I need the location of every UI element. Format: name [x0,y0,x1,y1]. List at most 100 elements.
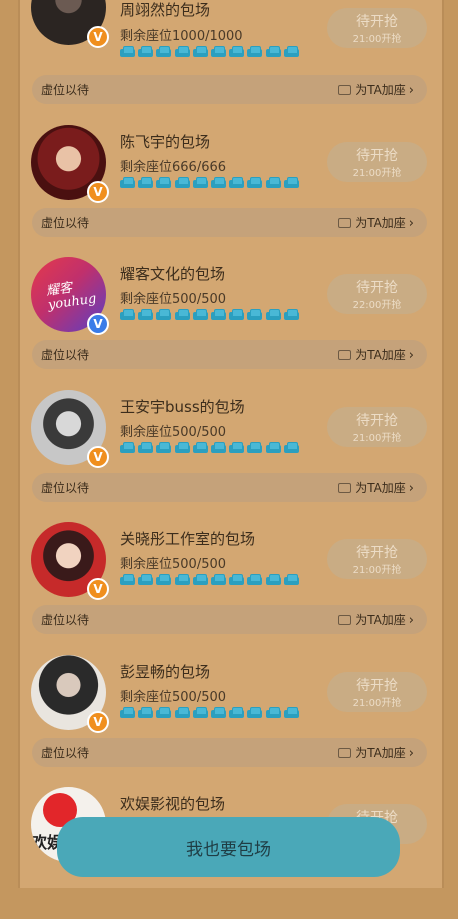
seat-icon [120,442,135,453]
seat-icon [283,574,299,585]
hold-label: 虚位以待 [41,746,90,760]
seat-icon [210,46,226,57]
cinema-icon [338,748,352,758]
cinema-icon [338,483,352,493]
grab-button[interactable]: 待开抢 21:00开抢 [327,8,427,48]
add-seat-label: 为TA加座 [355,348,406,362]
card-footer: 虚位以待 为TA加座 › [32,605,427,634]
add-seat-button[interactable]: 为TA加座 › [338,81,414,98]
session-title: 耀客文化的包场 [120,265,226,283]
grab-button[interactable]: 待开抢 21:00开抢 [327,142,427,182]
seat-icon [210,309,226,320]
seat-icon [120,707,135,718]
seat-icon [229,46,245,57]
seat-icon [283,309,299,320]
seat-icon [120,46,135,57]
grab-button[interactable]: 待开抢 21:00开抢 [327,407,427,447]
session-title: 彭昱畅的包场 [120,663,211,681]
grab-button[interactable]: 待开抢 21:00开抢 [327,672,427,712]
list-item: V 关晓彤工作室的包场 剩余座位500/500 待开抢 21:00开抢 虚位以待… [0,522,458,654]
seat-icon [138,177,154,188]
seat-icon [229,177,245,188]
verified-badge-icon: V [87,26,109,48]
seat-icon [283,177,299,188]
seat-icon [229,442,245,453]
seat-icon [156,309,172,320]
list-item: V 周翊然的包场 剩余座位1000/1000 待开抢 21:00开抢 虚位以待 … [0,0,458,104]
card-footer: 虚位以待 为TA加座 › [32,473,427,502]
session-title: 周翊然的包场 [120,1,211,19]
seat-icon [156,574,172,585]
grab-time: 21:00开抢 [352,34,402,45]
session-title: 陈飞宇的包场 [120,133,211,151]
verified-badge-icon: V [87,711,109,733]
seat-icon [138,574,154,585]
hold-label: 虚位以待 [41,481,90,495]
grab-time: 21:00开抢 [352,433,402,444]
remaining-seats: 剩余座位500/500 [120,690,227,705]
seat-icon [138,46,154,57]
seat-icon [283,46,299,57]
add-seat-label: 为TA加座 [355,216,406,230]
list-item: V 彭昱畅的包场 剩余座位500/500 待开抢 21:00开抢 虚位以待 为T… [0,655,458,787]
seat-icon [210,442,226,453]
hold-label: 虚位以待 [41,613,90,627]
seat-icon [265,46,281,57]
seat-icon [210,707,226,718]
seat-icon [156,442,172,453]
book-session-button[interactable]: 我也要包场 [57,817,400,877]
seat-icon [120,574,135,585]
seat-icon [174,177,190,188]
add-seat-button[interactable]: 为TA加座 › [338,744,414,761]
list-item: 耀客 youhug V 耀客文化的包场 剩余座位500/500 待开抢 22:0… [0,257,458,389]
cinema-icon [338,85,352,95]
verified-badge-icon: V [87,446,109,468]
cinema-icon [338,350,352,360]
seat-icon [192,177,208,188]
chevron-right-icon: › [408,481,414,496]
grab-label: 待开抢 [356,545,398,561]
chevron-right-icon: › [408,348,414,363]
seat-icon [174,442,190,453]
grab-label: 待开抢 [356,678,398,694]
card-footer: 虚位以待 为TA加座 › [32,75,427,104]
hold-label: 虚位以待 [41,216,90,230]
seat-icon [138,707,154,718]
grab-time: 21:00开抢 [352,698,402,709]
add-seat-button[interactable]: 为TA加座 › [338,479,414,496]
remaining-seats: 剩余座位500/500 [120,425,227,440]
seat-icon [174,574,190,585]
add-seat-label: 为TA加座 [355,83,406,97]
session-title: 王安宇buss的包场 [120,398,245,416]
seat-icon [265,177,281,188]
grab-button[interactable]: 待开抢 21:00开抢 [327,539,427,579]
seat-icon [192,574,208,585]
seat-icon [192,442,208,453]
card-footer: 虚位以待 为TA加座 › [32,340,427,369]
grab-button[interactable]: 待开抢 22:00开抢 [327,274,427,314]
seat-row [120,46,299,58]
add-seat-button[interactable]: 为TA加座 › [338,214,414,231]
seat-icon [192,309,208,320]
grab-label: 待开抢 [356,280,398,296]
add-seat-label: 为TA加座 [355,613,406,627]
add-seat-button[interactable]: 为TA加座 › [338,611,414,628]
seat-row [120,574,299,586]
seat-icon [247,442,263,453]
book-session-label: 我也要包场 [186,840,271,860]
seat-icon [265,309,281,320]
session-title: 关晓彤工作室的包场 [120,530,256,548]
remaining-seats: 剩余座位1000/1000 [120,29,243,44]
add-seat-label: 为TA加座 [355,481,406,495]
seat-icon [174,707,190,718]
seat-icon [138,442,154,453]
add-seat-button[interactable]: 为TA加座 › [338,346,414,363]
hold-label: 虚位以待 [41,348,90,362]
grab-time: 22:00开抢 [352,300,402,311]
remaining-seats: 剩余座位500/500 [120,292,227,307]
verified-badge-icon: V [87,313,109,335]
remaining-seats: 剩余座位500/500 [120,557,227,572]
seat-icon [156,177,172,188]
seat-icon [229,574,245,585]
seat-icon [192,46,208,57]
